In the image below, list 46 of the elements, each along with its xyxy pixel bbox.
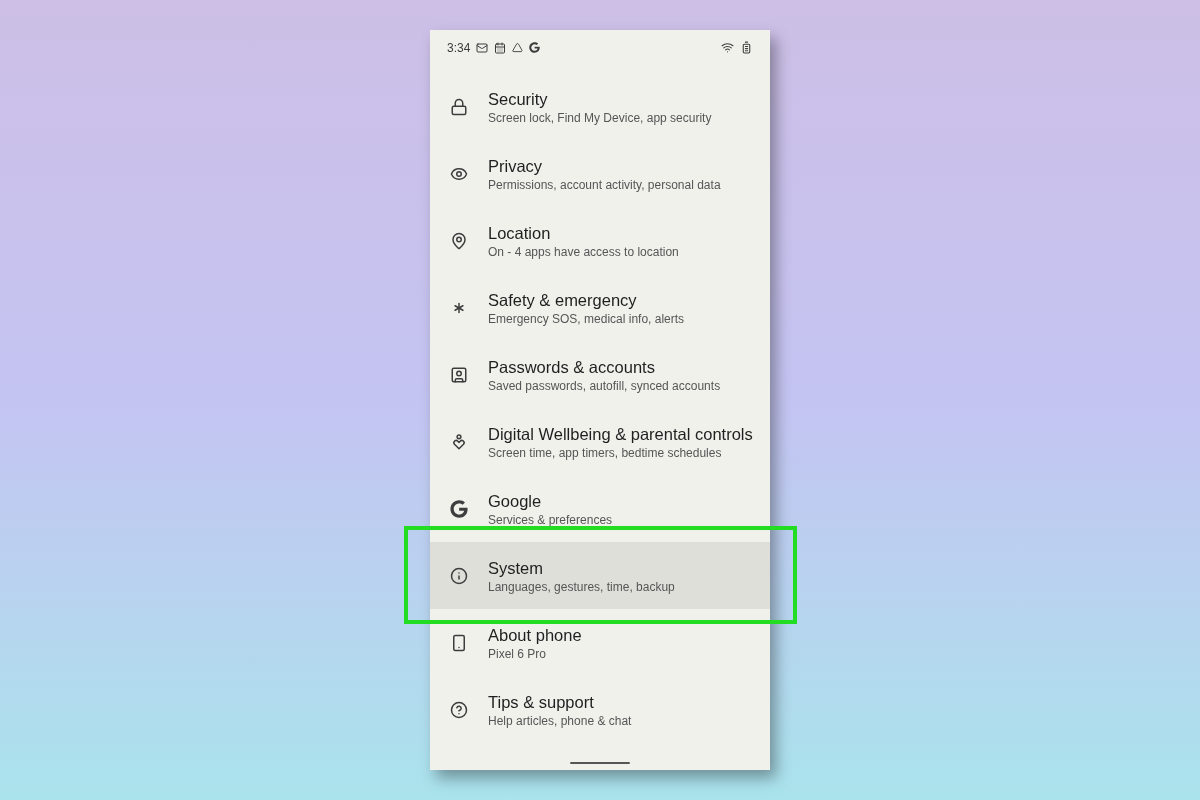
item-title: Google <box>488 490 543 512</box>
google-logo-icon <box>450 499 468 518</box>
settings-item[interactable]: Safety & emergency Emergency SOS, medical info, alerts <box>430 274 770 341</box>
settings-item[interactable]: System Languages, gestures, time, backup <box>430 542 770 609</box>
item-subtitle: Permissions, account activity, personal data <box>488 176 721 193</box>
item-title: System <box>488 557 544 579</box>
location-pin-icon <box>450 231 468 250</box>
settings-item[interactable]: Google Services & preferences <box>430 475 770 542</box>
lock-icon <box>450 97 468 116</box>
settings-item[interactable]: Digital Wellbeing & parental controls Screen time, app timers, bedtime schedules <box>430 408 770 475</box>
settings-item[interactable]: Location On - 4 apps have access to location <box>430 207 770 274</box>
item-subtitle: Saved passwords, autofill, synced accounts <box>488 377 721 394</box>
google-logo-icon <box>529 42 541 53</box>
item-title: Safety & emergency <box>488 289 638 311</box>
phone-icon <box>450 633 468 652</box>
info-icon <box>450 566 468 585</box>
item-title: Passwords & accounts <box>488 356 656 378</box>
item-subtitle: Help articles, phone & chat <box>488 712 632 729</box>
item-subtitle: Languages, gestures, time, backup <box>488 578 675 595</box>
item-subtitle: Pixel 6 Pro <box>488 645 548 662</box>
wifi-icon <box>721 41 734 54</box>
item-title: Location <box>488 222 552 244</box>
account-card-icon <box>450 365 468 384</box>
item-subtitle: Services & preferences <box>488 511 613 528</box>
triangle-icon <box>512 42 524 53</box>
settings-item[interactable]: About phone Pixel 6 Pro <box>430 609 770 676</box>
item-subtitle: Screen time, app timers, bedtime schedules <box>488 444 723 461</box>
settings-item[interactable]: Passwords & accounts Saved passwords, autofill, synced accounts <box>430 341 770 408</box>
calendar-icon <box>494 41 507 54</box>
person-heart-icon <box>450 432 468 451</box>
help-icon <box>450 700 468 719</box>
mail-icon <box>476 41 489 54</box>
item-subtitle: Screen lock, Find My Device, app security <box>488 109 712 126</box>
settings-item[interactable]: Tips & support Help articles, phone & chat <box>430 676 770 743</box>
item-subtitle: Emergency SOS, medical info, alerts <box>488 310 685 327</box>
item-title: About phone <box>488 624 582 646</box>
settings-item[interactable]: Security Screen lock, Find My Device, app security <box>430 73 770 140</box>
status-time: 3:34 <box>447 39 471 57</box>
item-title: Security <box>488 88 549 110</box>
item-subtitle: On - 4 apps have access to location <box>488 243 679 260</box>
item-title: Digital Wellbeing & parental controls <box>488 423 753 445</box>
battery-icon <box>740 41 753 54</box>
item-title: Tips & support <box>488 691 595 713</box>
item-title: Privacy <box>488 155 544 177</box>
home-indicator[interactable] <box>570 762 630 764</box>
settings-item[interactable]: Privacy Permissions, account activity, personal data <box>430 140 770 207</box>
